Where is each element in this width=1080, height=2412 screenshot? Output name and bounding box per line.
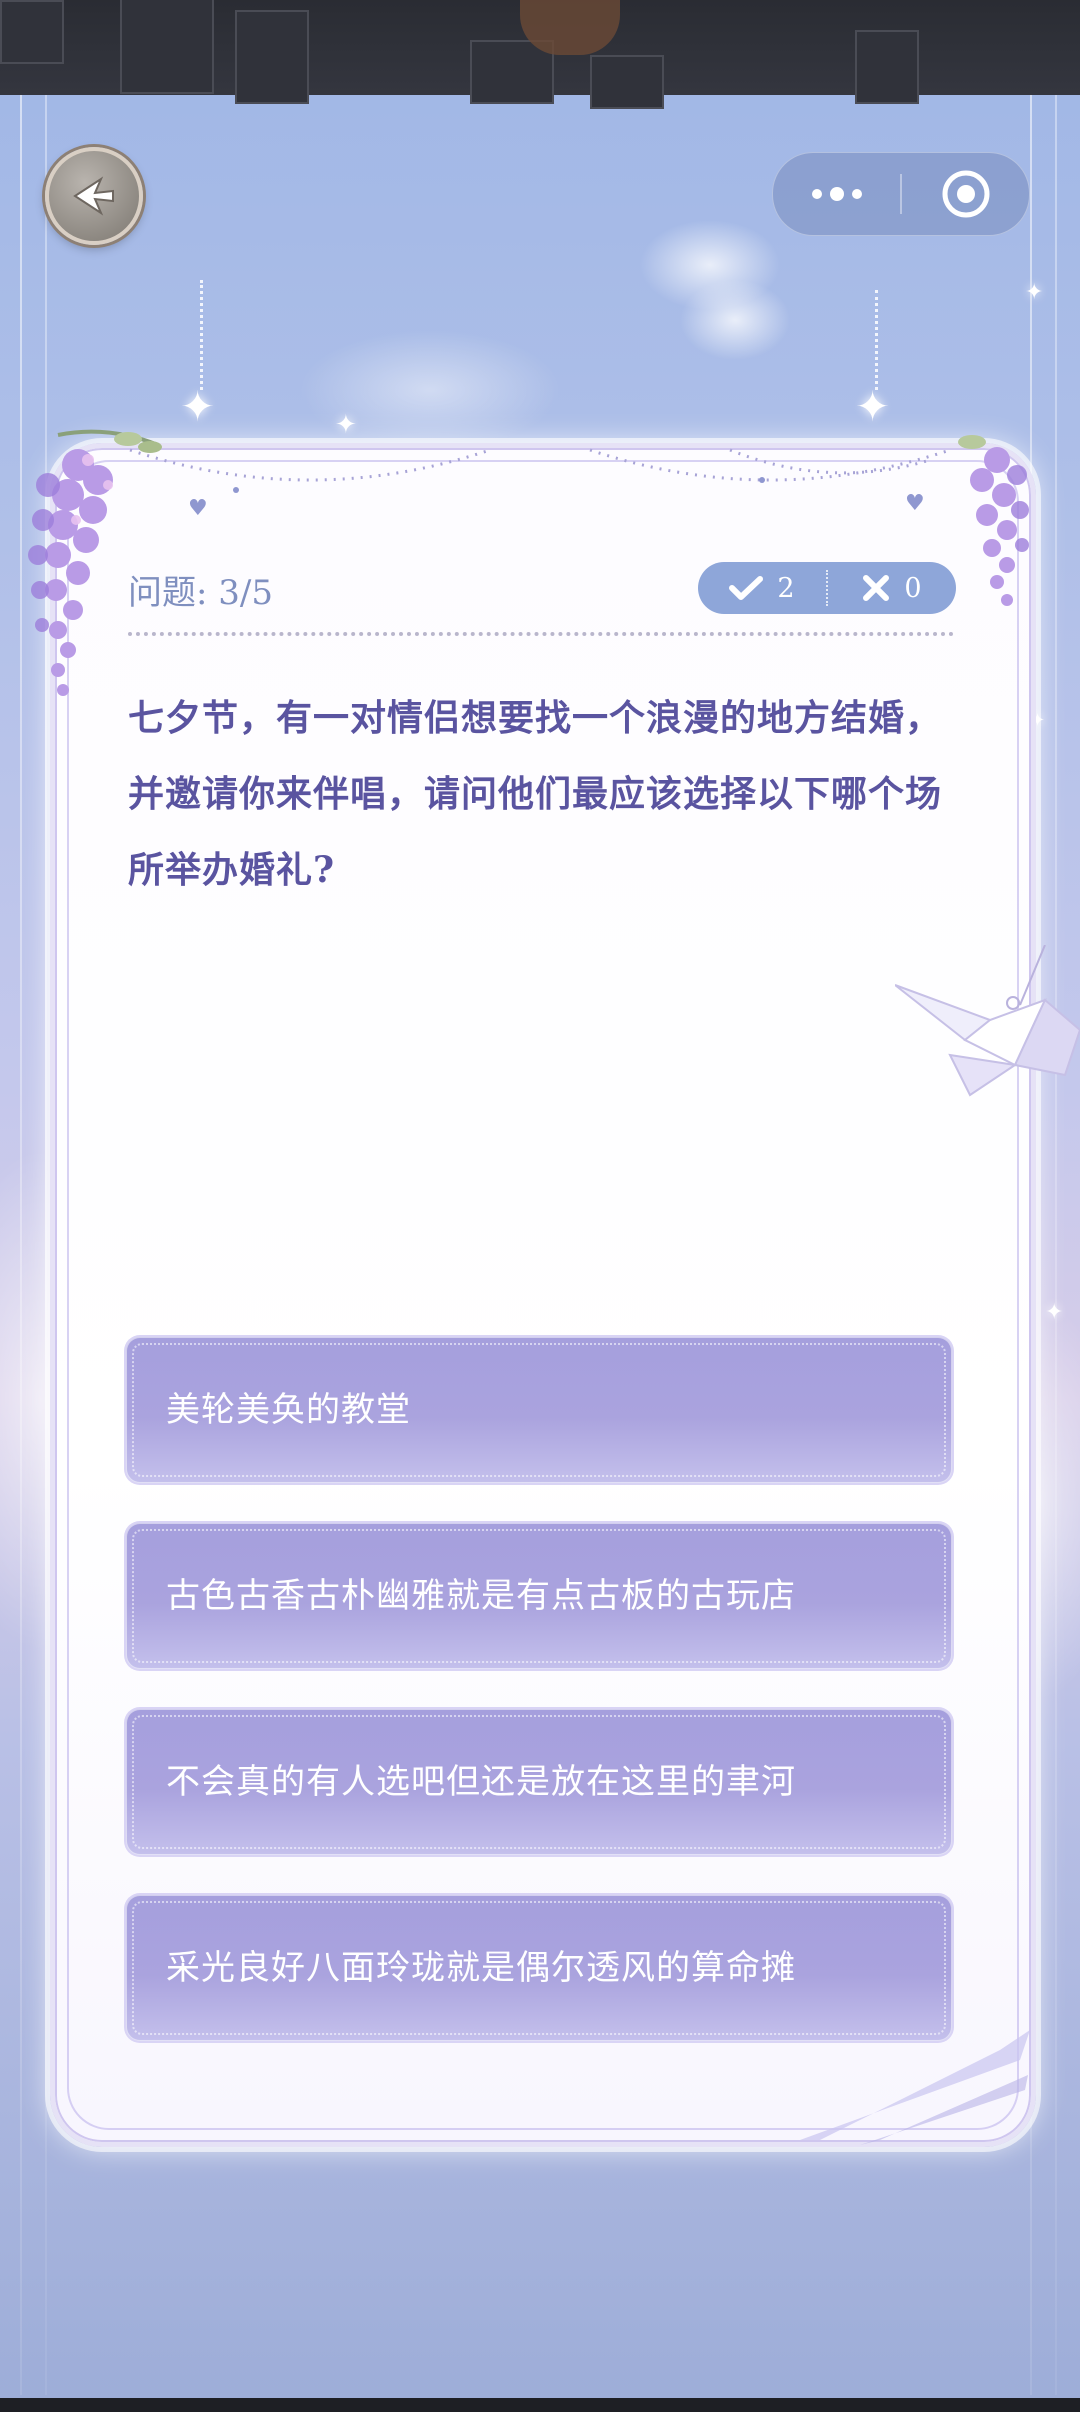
cross-icon: [863, 575, 890, 601]
answer-option-label: 不会真的有人选吧但还是放在这里的聿河: [166, 1762, 796, 1802]
correct-count-group: 2: [698, 562, 826, 614]
back-button[interactable]: [45, 147, 143, 245]
svg-text:♥: ♥: [188, 496, 208, 521]
target-circle-icon: [942, 170, 989, 218]
wrong-count-group: 0: [828, 562, 956, 614]
game-screen: { "header": { "back_icon": "back-arrow-i…: [0, 0, 1080, 2412]
header-divider: [128, 632, 954, 636]
close-button[interactable]: [902, 153, 1029, 235]
svg-text:♥: ♥: [905, 491, 925, 516]
sparkle-icon: ✦: [1025, 280, 1044, 305]
bottom-bar: [0, 2398, 1080, 2412]
answer-option-1[interactable]: 美轮美奂的教堂: [126, 1337, 952, 1483]
more-dots-icon: [811, 187, 862, 201]
score-indicator: 2 0: [698, 562, 956, 614]
garland-decoration: ♥ ♥: [129, 448, 951, 521]
answer-option-2[interactable]: 古色古香古朴幽雅就是有点古板的古玩店: [126, 1523, 952, 1669]
wisteria-flower-decoration: [958, 435, 1029, 606]
check-icon: [729, 576, 764, 600]
cloud: [680, 280, 790, 360]
question-text: 七夕节，有一对情侣想要找一个浪漫的地方结婚，并邀请你来伴唱，请问他们最应该选择以…: [128, 697, 943, 891]
question-progress-label: 问题: 3/5: [128, 573, 273, 613]
back-arrow-icon: [73, 176, 114, 216]
curtain-line: [1055, 95, 1057, 2395]
hanging-line: [875, 290, 878, 390]
answer-option-label: 古色古香古朴幽雅就是有点古板的古玩店: [166, 1576, 796, 1616]
top-game-scene-strip: [0, 0, 1080, 109]
answer-option-label: 美轮美奂的教堂: [166, 1390, 411, 1430]
answer-option-3[interactable]: 不会真的有人选吧但还是放在这里的聿河: [126, 1709, 952, 1855]
mini-program-capsule: [772, 152, 1030, 236]
sparkle-icon: ✦: [180, 382, 216, 431]
scene-object: [520, 0, 620, 55]
wrong-count: 0: [904, 572, 922, 604]
correct-count: 2: [777, 572, 795, 604]
answer-option-4[interactable]: 采光良好八面玲珑就是偶尔透风的算命摊: [126, 1895, 952, 2041]
paper-crane-decoration: [895, 945, 1080, 1097]
more-button[interactable]: [773, 153, 900, 235]
sparkle-icon: ✦: [1045, 1300, 1064, 1325]
hanging-line: [200, 280, 203, 390]
answer-option-label: 采光良好八面玲珑就是偶尔透风的算命摊: [166, 1948, 796, 1988]
sparkle-icon: ✦: [855, 382, 891, 431]
